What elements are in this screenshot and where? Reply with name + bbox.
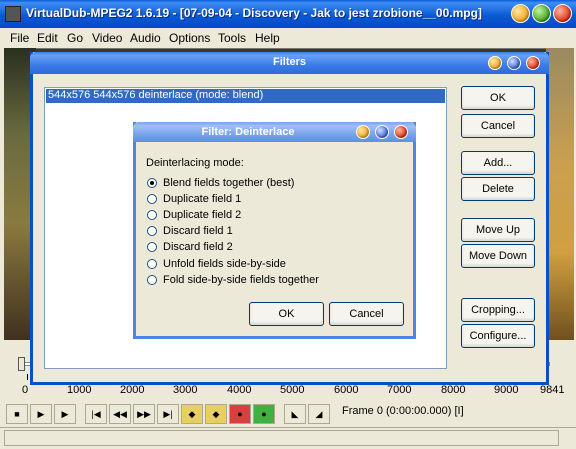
mode-option-blend[interactable]: Blend fields together (best) <box>147 176 294 190</box>
radio-icon[interactable] <box>147 194 157 204</box>
maximize-icon[interactable] <box>375 125 389 139</box>
mark-out-icon[interactable]: ◢ <box>308 404 330 424</box>
filters-cancel-button[interactable]: Cancel <box>461 114 535 138</box>
tick-label: 6000 <box>334 384 359 396</box>
mode-option-duplicate-2[interactable]: Duplicate field 2 <box>147 208 241 222</box>
menu-file[interactable]: File <box>10 31 29 45</box>
deinterlace-mode-label: Deinterlacing mode: <box>146 157 244 169</box>
minimize-icon[interactable] <box>488 56 502 70</box>
radio-icon[interactable] <box>147 259 157 269</box>
frame-readout: Frame 0 (0:00:00.000) [I] <box>342 405 464 417</box>
mode-option-label: Discard field 2 <box>163 241 233 253</box>
menu-help[interactable]: Help <box>255 31 280 45</box>
menu-audio[interactable]: Audio <box>130 31 161 45</box>
mode-option-fold[interactable]: Fold side-by-side fields together <box>147 273 319 287</box>
scene-forward-icon[interactable]: ● <box>253 404 275 424</box>
tick-label: 2000 <box>120 384 145 396</box>
radio-icon[interactable] <box>147 242 157 252</box>
minimize-icon[interactable] <box>356 125 370 139</box>
timeline-tick <box>27 374 28 380</box>
move-down-button[interactable]: Move Down <box>461 244 535 268</box>
play-output-icon[interactable]: ▶ <box>54 404 76 424</box>
tick-label: 4000 <box>227 384 252 396</box>
status-cell <box>4 430 559 446</box>
radio-icon[interactable] <box>147 178 157 188</box>
radio-icon[interactable] <box>147 275 157 285</box>
mode-option-unfold[interactable]: Unfold fields side-by-side <box>147 257 286 271</box>
tick-label: 8000 <box>441 384 466 396</box>
go-end-icon[interactable]: ▶| <box>157 404 179 424</box>
menu-go[interactable]: Go <box>67 31 83 45</box>
menu-edit[interactable]: Edit <box>37 31 58 45</box>
close-icon[interactable] <box>553 4 572 23</box>
delete-filter-button[interactable]: Delete <box>461 177 535 201</box>
add-filter-button[interactable]: Add... <box>461 151 535 175</box>
next-keyframe-icon[interactable]: ◆ <box>205 404 227 424</box>
mode-option-discard-1[interactable]: Discard field 1 <box>147 224 233 238</box>
prev-keyframe-icon[interactable]: ◆ <box>181 404 203 424</box>
close-icon[interactable] <box>394 125 408 139</box>
video-frame-right <box>546 48 574 340</box>
mode-option-discard-2[interactable]: Discard field 2 <box>147 240 233 254</box>
scene-back-icon[interactable]: ● <box>229 404 251 424</box>
radio-icon[interactable] <box>147 226 157 236</box>
deinterlace-title: Filter: Deinterlace <box>201 126 295 138</box>
mode-option-duplicate-1[interactable]: Duplicate field 1 <box>147 192 241 206</box>
tick-label: 9841 <box>540 384 565 396</box>
mode-option-label: Fold side-by-side fields together <box>163 274 319 286</box>
step-back-icon[interactable]: ◀◀ <box>109 404 131 424</box>
mode-option-label: Discard field 1 <box>163 225 233 237</box>
menu-video[interactable]: Video <box>92 31 122 45</box>
mode-option-label: Unfold fields side-by-side <box>163 258 286 270</box>
menu-tools[interactable]: Tools <box>218 31 246 45</box>
tick-label: 9000 <box>494 384 519 396</box>
play-input-icon[interactable]: ▶ <box>30 404 52 424</box>
stop-icon[interactable]: ■ <box>6 404 28 424</box>
tick-label: 3000 <box>173 384 198 396</box>
step-forward-icon[interactable]: ▶▶ <box>133 404 155 424</box>
close-icon[interactable] <box>526 56 540 70</box>
filter-list-item[interactable]: 544x576 544x576 deinterlace (mode: blend… <box>46 89 445 103</box>
app-icon[interactable] <box>5 6 21 22</box>
deinterlace-cancel-button[interactable]: Cancel <box>329 302 404 326</box>
mode-option-label: Blend fields together (best) <box>163 177 295 189</box>
deinterlace-ok-button[interactable]: OK <box>249 302 324 326</box>
filters-ok-button[interactable]: OK <box>461 86 535 110</box>
go-start-icon[interactable]: |◀ <box>85 404 107 424</box>
mode-option-label: Duplicate field 1 <box>163 193 242 205</box>
configure-button[interactable]: Configure... <box>461 324 535 348</box>
cropping-button[interactable]: Cropping... <box>461 298 535 322</box>
tick-label: 1000 <box>67 384 92 396</box>
mark-in-icon[interactable]: ◣ <box>284 404 306 424</box>
menu-options[interactable]: Options <box>169 31 210 45</box>
move-up-button[interactable]: Move Up <box>461 218 535 242</box>
timeline-thumb[interactable] <box>18 357 25 371</box>
menubar <box>0 28 576 48</box>
minimize-icon[interactable] <box>511 4 530 23</box>
maximize-icon[interactable] <box>532 4 551 23</box>
main-window-title: VirtualDub-MPEG2 1.6.19 - [07-09-04 - Di… <box>26 6 482 20</box>
tick-label: 7000 <box>387 384 412 396</box>
filters-title: Filters <box>272 56 306 68</box>
radio-icon[interactable] <box>147 210 157 220</box>
tick-label: 5000 <box>280 384 305 396</box>
tick-label: 0 <box>22 384 29 396</box>
mode-option-label: Duplicate field 2 <box>163 209 242 221</box>
maximize-icon[interactable] <box>507 56 521 70</box>
